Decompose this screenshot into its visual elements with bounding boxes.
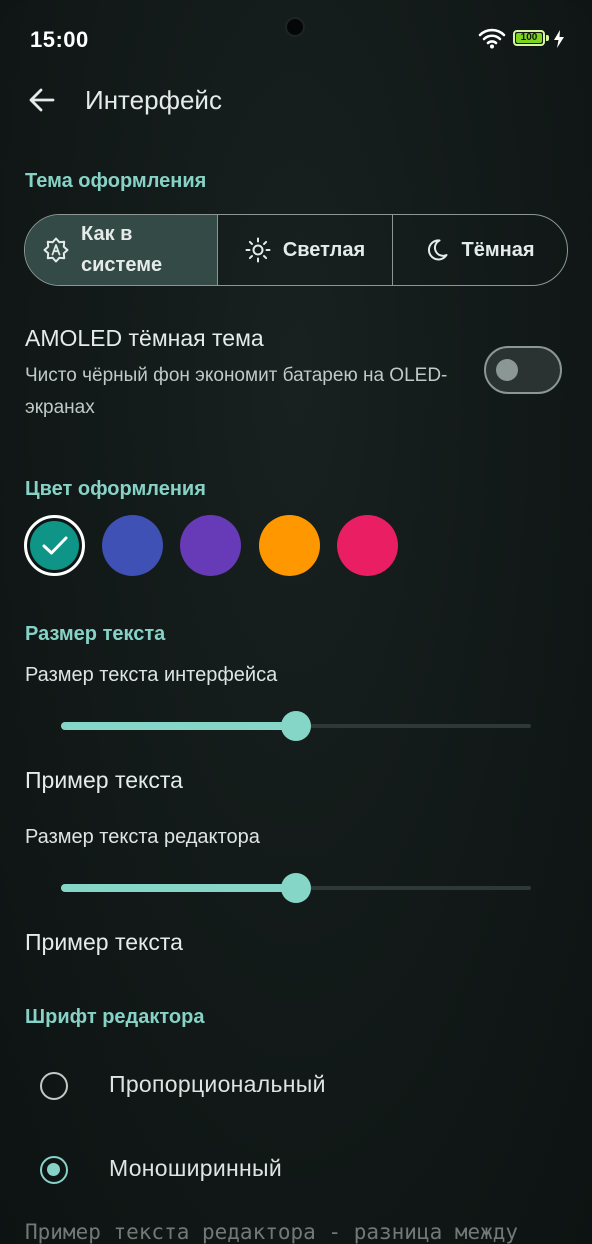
- slider-active-track: [61, 884, 296, 892]
- interface-text-size-label: Размер текста интерфейса: [25, 664, 278, 686]
- radio-monospace-label[interactable]: Моноширинный: [109, 1155, 282, 1182]
- settings-screen: 15:00 100 Интерфейс Тема оформления Как …: [0, 0, 592, 1244]
- radio-dot: [47, 1163, 60, 1176]
- theme-option-dark-label: Тёмная: [461, 238, 535, 261]
- theme-option-light-label: Светлая: [282, 238, 366, 261]
- radio-monospace[interactable]: [40, 1156, 68, 1184]
- editor-text-size-slider[interactable]: [61, 873, 531, 903]
- editor-font-section-title: Шрифт редактора: [25, 1006, 205, 1028]
- check-icon: [42, 536, 68, 555]
- radio-proportional[interactable]: [40, 1072, 68, 1100]
- accent-section-title: Цвет оформления: [25, 478, 206, 500]
- amoled-title: AMOLED тёмная тема: [25, 325, 264, 351]
- text-size-section-title: Размер текста: [25, 623, 166, 645]
- theme-option-system[interactable]: Как в системе: [25, 215, 217, 285]
- theme-segmented-control: Как в системе Светлая Тёмная: [24, 214, 568, 286]
- slider-active-track: [61, 722, 296, 730]
- slider-thumb[interactable]: [281, 873, 311, 903]
- theme-section-title: Тема оформления: [25, 170, 207, 192]
- editor-text-size-label: Размер текста редактора: [25, 826, 260, 848]
- status-time: 15:00: [30, 27, 89, 52]
- color-swatch-pink[interactable]: [337, 515, 398, 576]
- amoled-toggle[interactable]: [484, 346, 562, 394]
- battery-level: 100: [516, 33, 542, 43]
- amoled-toggle-thumb: [496, 359, 518, 381]
- app-bar: Интерфейс: [0, 72, 592, 128]
- battery-icon: 100: [513, 30, 545, 46]
- camera-cutout: [285, 17, 305, 37]
- charging-bolt-icon: [554, 30, 564, 48]
- interface-text-size-slider[interactable]: [61, 711, 531, 741]
- amoled-description: Чисто чёрный фон экономит батарею на OLE…: [25, 365, 448, 418]
- theme-option-dark[interactable]: Тёмная: [392, 215, 567, 285]
- color-swatch-teal[interactable]: [24, 515, 85, 576]
- moon-icon: [428, 239, 448, 261]
- editor-font-sample: Пример текста редактора - разница между: [25, 1220, 519, 1244]
- sun-icon: [245, 237, 271, 263]
- color-swatch-purple[interactable]: [180, 515, 241, 576]
- color-swatch-orange[interactable]: [259, 515, 320, 576]
- color-swatch-indigo[interactable]: [102, 515, 163, 576]
- theme-option-system-label: Как в системе: [81, 223, 163, 276]
- radio-proportional-label[interactable]: Пропорциональный: [109, 1071, 326, 1098]
- interface-text-sample: Пример текста: [25, 767, 183, 793]
- page-title: Интерфейс: [85, 85, 222, 115]
- auto-brightness-icon: [43, 237, 69, 263]
- wifi-icon: [478, 28, 506, 49]
- arrow-back-icon[interactable]: [26, 84, 58, 116]
- editor-text-sample: Пример текста: [25, 929, 183, 955]
- battery-cap: [546, 35, 549, 41]
- theme-option-light[interactable]: Светлая: [217, 215, 392, 285]
- status-bar: 15:00 100: [0, 0, 592, 80]
- slider-thumb[interactable]: [281, 711, 311, 741]
